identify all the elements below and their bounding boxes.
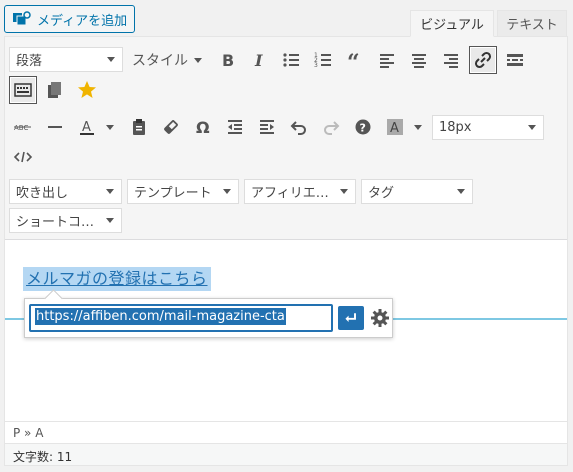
link-edit-popup: https://affiben.com/mail-magazine-cta xyxy=(24,298,393,338)
background-color-caret-icon[interactable] xyxy=(414,125,422,130)
text-color-icon[interactable]: A xyxy=(73,113,101,141)
tab-text[interactable]: テキスト xyxy=(497,10,567,37)
shortcode-select[interactable]: ショートコ… xyxy=(9,208,122,233)
strikethrough-icon[interactable]: ABC xyxy=(9,113,37,141)
editor-toolbar: 段落 スタイル B I 123 “ ABC A Ω ? A 18px 吹き出し … xyxy=(5,37,567,240)
undo-icon[interactable] xyxy=(285,113,313,141)
help-icon[interactable]: ? xyxy=(349,113,377,141)
svg-text:ABC: ABC xyxy=(14,124,28,132)
svg-text:Ω: Ω xyxy=(196,118,210,137)
styles-dropdown[interactable]: スタイル xyxy=(132,48,202,72)
link-icon[interactable] xyxy=(469,46,497,74)
special-character-icon[interactable]: Ω xyxy=(189,113,217,141)
word-count: 文字数: 11 xyxy=(5,443,567,465)
svg-text:“: “ xyxy=(347,50,360,70)
element-path: P » A xyxy=(5,421,567,442)
svg-text:3: 3 xyxy=(314,62,318,69)
format-select[interactable]: 段落 xyxy=(9,47,123,72)
background-color-icon[interactable]: A xyxy=(381,113,409,141)
align-left-icon[interactable] xyxy=(373,46,401,74)
code-icon[interactable] xyxy=(9,143,37,171)
toolbar-toggle-icon[interactable] xyxy=(9,76,37,104)
speech-bubble-select[interactable]: 吹き出し xyxy=(9,179,122,204)
redo-icon[interactable] xyxy=(317,113,345,141)
horizontal-rule-icon[interactable] xyxy=(41,113,69,141)
bold-icon[interactable]: B xyxy=(213,46,241,74)
copy-icon[interactable] xyxy=(41,76,69,104)
align-center-icon[interactable] xyxy=(405,46,433,74)
editor-content[interactable]: メルマガの登録はこちら https://affiben.com/mail-mag… xyxy=(5,241,567,421)
template-select[interactable]: テンプレート xyxy=(127,179,239,204)
svg-text:?: ? xyxy=(360,122,366,135)
tag-select[interactable]: タグ xyxy=(361,179,473,204)
italic-icon[interactable]: I xyxy=(245,46,273,74)
indent-icon[interactable] xyxy=(253,113,281,141)
add-media-label: メディアを追加 xyxy=(37,13,128,29)
svg-text:I: I xyxy=(254,51,263,70)
blockquote-icon[interactable]: “ xyxy=(341,46,369,74)
bullet-list-icon[interactable] xyxy=(277,46,305,74)
svg-text:B: B xyxy=(222,51,234,70)
gear-icon xyxy=(371,309,389,327)
read-more-icon[interactable] xyxy=(501,46,529,74)
text-color-caret-icon[interactable] xyxy=(106,125,114,130)
affiliate-select[interactable]: アフィリエ… xyxy=(244,179,356,204)
numbered-list-icon[interactable]: 123 xyxy=(309,46,337,74)
selected-link-text[interactable]: メルマガの登録はこちら xyxy=(23,267,211,291)
svg-text:A: A xyxy=(390,121,399,136)
add-media-button[interactable]: メディアを追加 xyxy=(4,5,135,33)
add-media-icon xyxy=(13,11,31,26)
url-input[interactable]: https://affiben.com/mail-magazine-cta xyxy=(29,304,333,332)
clear-formatting-icon[interactable] xyxy=(157,113,185,141)
svg-text:A: A xyxy=(82,120,91,135)
align-right-icon[interactable] xyxy=(437,46,465,74)
outdent-icon[interactable] xyxy=(221,113,249,141)
url-value: https://affiben.com/mail-magazine-cta xyxy=(35,308,286,325)
font-size-select[interactable]: 18px xyxy=(432,115,544,140)
tab-visual[interactable]: ビジュアル xyxy=(410,10,494,37)
editor: 段落 スタイル B I 123 “ ABC A Ω ? A 18px 吹き出し … xyxy=(4,36,568,466)
link-options-button[interactable] xyxy=(368,306,392,330)
paste-text-icon[interactable] xyxy=(125,113,153,141)
apply-link-button[interactable] xyxy=(338,306,364,330)
enter-icon xyxy=(345,313,356,322)
star-icon[interactable] xyxy=(73,76,101,104)
